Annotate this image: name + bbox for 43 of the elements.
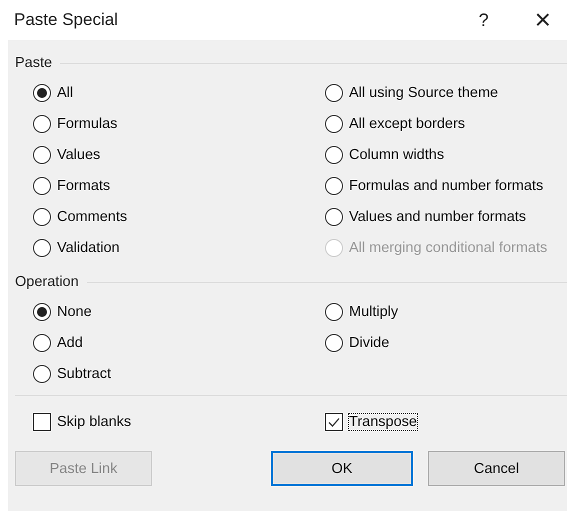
radio-button[interactable] [33, 238, 51, 256]
radio-option[interactable]: Divide [325, 331, 390, 354]
radio-option[interactable]: Comments [33, 205, 128, 228]
checkbox-option[interactable]: Skip blanks [33, 410, 132, 433]
radio-button[interactable] [33, 334, 51, 352]
radio-option[interactable]: All except borders [325, 112, 466, 135]
radio-option[interactable]: Add [33, 331, 83, 354]
radio-button[interactable] [325, 114, 343, 132]
radio-button[interactable] [33, 364, 51, 382]
checkbox[interactable] [325, 412, 343, 430]
group-label: Operation [15, 274, 79, 290]
radio-option[interactable]: Values and number formats [325, 205, 526, 228]
radio-button[interactable] [33, 114, 51, 132]
dialog-button[interactable]: Cancel [428, 451, 565, 486]
radio-option[interactable]: Validation [33, 236, 120, 259]
radio-option[interactable]: Multiply [325, 300, 398, 323]
group-label: Paste [15, 55, 52, 71]
close-button[interactable]: × [530, 6, 555, 34]
radio-option[interactable]: All [33, 81, 74, 104]
radio-button[interactable] [325, 146, 343, 164]
radio-button[interactable] [325, 334, 343, 352]
radio-button[interactable] [325, 84, 343, 102]
radio-button[interactable] [325, 176, 343, 194]
radio-option[interactable]: Formats [33, 174, 110, 197]
dialog-button[interactable]: OK [271, 451, 413, 486]
radio-option[interactable]: None [33, 300, 92, 323]
radio-button[interactable] [325, 302, 343, 320]
radio-option[interactable]: All using Source theme [325, 81, 498, 104]
help-button[interactable]: ? [474, 10, 493, 30]
radio-button[interactable] [33, 146, 51, 164]
radio-button[interactable] [33, 208, 51, 226]
window-title: Paste Special [14, 10, 119, 30]
checkbox-option[interactable]: Transpose [325, 410, 417, 433]
radio-option[interactable]: Formulas [33, 112, 118, 135]
radio-option[interactable]: Subtract [33, 362, 111, 385]
radio-button[interactable] [325, 208, 343, 226]
radio-option[interactable]: Values [33, 143, 100, 166]
checkbox[interactable] [33, 412, 51, 430]
radio-option[interactable]: Column widths [325, 143, 444, 166]
radio-button[interactable] [33, 302, 51, 320]
radio-option[interactable]: Formulas and number formats [325, 174, 544, 197]
radio-button[interactable] [33, 84, 51, 102]
radio-button[interactable] [33, 176, 51, 194]
